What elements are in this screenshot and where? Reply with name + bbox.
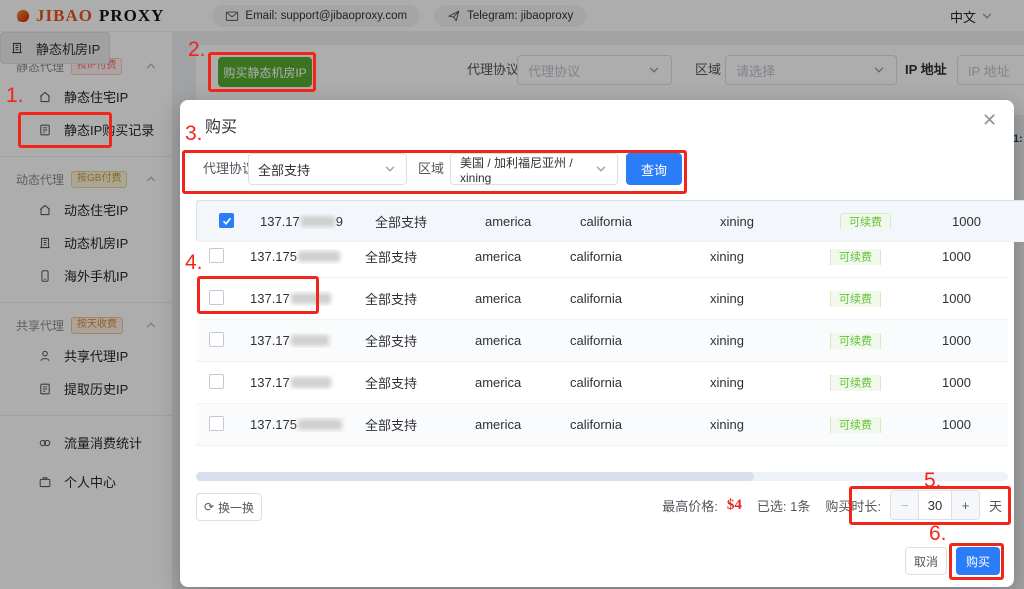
cell-country: america bbox=[461, 249, 556, 264]
query-button[interactable]: 查询 bbox=[626, 153, 682, 185]
table-row[interactable]: 137.17 全部支持 america california xining 可续… bbox=[196, 362, 1008, 404]
cell-country: america bbox=[461, 375, 556, 390]
cancel-button[interactable]: 取消 bbox=[905, 547, 947, 575]
cell-port: 1000 bbox=[928, 291, 1008, 306]
cell-protocol: 全部支持 bbox=[351, 289, 461, 308]
cell-state: california bbox=[556, 333, 696, 348]
horizontal-scrollbar[interactable] bbox=[196, 472, 1008, 481]
row-checkbox[interactable] bbox=[209, 290, 224, 305]
purchase-modal: 购买 ✕ 代理协议 全部支持 区域 美国 / 加利福尼亚州 / xining 查… bbox=[180, 100, 1014, 587]
row-checkbox[interactable] bbox=[209, 332, 224, 347]
app-root: JIBAO PROXY Email: support@jibaoproxy.co… bbox=[0, 0, 1024, 589]
renewable-badge: 可续费 bbox=[830, 291, 881, 307]
row-checkbox[interactable] bbox=[209, 416, 224, 431]
chevron-down-icon bbox=[594, 162, 608, 176]
cell-protocol: 全部支持 bbox=[351, 415, 461, 434]
purchase-summary-bar: 最高价格: $4 已选: 1条 购买时长: − 30 + 天 bbox=[662, 490, 1002, 520]
close-icon[interactable]: ✕ bbox=[982, 110, 997, 131]
table-row[interactable]: 137.175 全部支持 america california xining 可… bbox=[196, 236, 1008, 278]
table-body: 137.175 全部支持 america california xining 可… bbox=[196, 236, 1008, 468]
renewable-badge: 可续费 bbox=[830, 333, 881, 349]
cell-ip: 137.17 bbox=[236, 333, 351, 348]
row-checkbox[interactable] bbox=[209, 248, 224, 263]
swap-button[interactable]: ⟳ 换一换 bbox=[196, 493, 262, 521]
cell-ip: 137.175 bbox=[236, 417, 351, 432]
cell-city: xining bbox=[696, 249, 816, 264]
cell-state: california bbox=[556, 417, 696, 432]
renewable-badge: 可续费 bbox=[830, 249, 881, 265]
cell-ip: 137.17 bbox=[236, 291, 351, 306]
duration-unit: 天 bbox=[989, 496, 1002, 515]
cell-protocol: 全部支持 bbox=[351, 331, 461, 350]
ip-table: IP 地址 代理协议 国家 省/州 城市 是否可续费 HTTP 端口 137.1… bbox=[196, 200, 1008, 481]
max-price-value: $4 bbox=[727, 497, 742, 514]
cell-ip: 137.175 bbox=[236, 249, 351, 264]
cell-country: america bbox=[461, 291, 556, 306]
refresh-icon: ⟳ bbox=[204, 500, 214, 514]
scrollbar-thumb[interactable] bbox=[196, 472, 754, 481]
modal-title: 购买 bbox=[205, 113, 237, 137]
increase-button[interactable]: + bbox=[951, 491, 979, 519]
duration-input[interactable]: 30 bbox=[919, 491, 951, 519]
table-row[interactable]: 137.17 全部支持 america california xining 可续… bbox=[196, 278, 1008, 320]
region-label: 区域 bbox=[418, 153, 444, 185]
cell-country: america bbox=[461, 417, 556, 432]
protocol-value: 全部支持 bbox=[258, 160, 310, 179]
protocol-select[interactable]: 全部支持 bbox=[248, 153, 407, 185]
decrease-button[interactable]: − bbox=[891, 491, 919, 519]
blurred-ip-segment bbox=[298, 251, 340, 262]
cell-state: california bbox=[556, 375, 696, 390]
cell-port: 1000 bbox=[928, 333, 1008, 348]
chevron-down-icon bbox=[383, 162, 397, 176]
cell-city: xining bbox=[696, 333, 816, 348]
blurred-ip-segment bbox=[291, 377, 331, 388]
duration-stepper: − 30 + bbox=[890, 490, 980, 520]
max-price-label: 最高价格: bbox=[662, 496, 718, 515]
region-value: 美国 / 加利福尼亚州 / xining bbox=[460, 154, 594, 185]
cell-city: xining bbox=[696, 375, 816, 390]
confirm-buy-button[interactable]: 购买 bbox=[956, 547, 1000, 575]
cell-state: california bbox=[556, 291, 696, 306]
blurred-ip-segment bbox=[291, 293, 331, 304]
cell-state: california bbox=[556, 249, 696, 264]
cell-protocol: 全部支持 bbox=[351, 247, 461, 266]
cell-city: xining bbox=[696, 291, 816, 306]
renewable-badge: 可续费 bbox=[830, 417, 881, 433]
table-row-selected[interactable]: 137.179 全部支持 america california xining 可… bbox=[196, 236, 1008, 242]
cell-port: 1000 bbox=[928, 375, 1008, 390]
row-checkbox[interactable] bbox=[209, 374, 224, 389]
selected-count: 已选: 1条 bbox=[757, 496, 810, 515]
blurred-ip-segment bbox=[291, 335, 329, 346]
table-row[interactable]: 137.175 全部支持 america california xining 可… bbox=[196, 404, 1008, 446]
cell-city: xining bbox=[696, 417, 816, 432]
table-row[interactable]: 137.17 全部支持 america california xining 可续… bbox=[196, 320, 1008, 362]
cell-ip: 137.17 bbox=[236, 375, 351, 390]
cell-protocol: 全部支持 bbox=[351, 373, 461, 392]
swap-label: 换一换 bbox=[218, 499, 254, 516]
blurred-ip-segment bbox=[298, 419, 342, 430]
region-select[interactable]: 美国 / 加利福尼亚州 / xining bbox=[450, 153, 618, 185]
modal-filter-bar: 代理协议 全部支持 区域 美国 / 加利福尼亚州 / xining 查询 bbox=[180, 153, 1014, 185]
modal-footer: 取消 购买 bbox=[905, 547, 1000, 575]
cell-country: america bbox=[461, 333, 556, 348]
cell-port: 1000 bbox=[928, 249, 1008, 264]
renewable-badge: 可续费 bbox=[830, 375, 881, 391]
cell-port: 1000 bbox=[928, 417, 1008, 432]
duration-label: 购买时长: bbox=[825, 496, 881, 515]
